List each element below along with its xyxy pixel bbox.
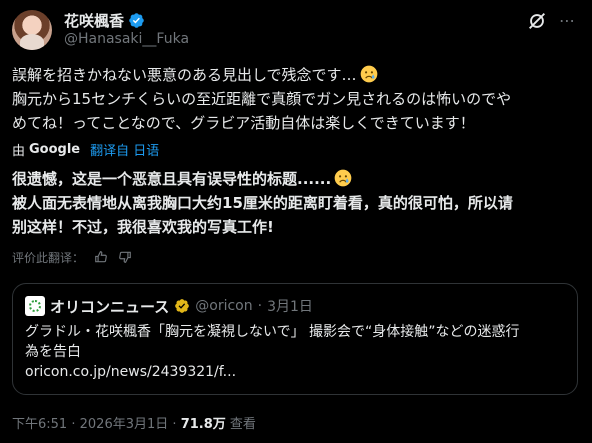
quoted-separator: · (257, 298, 263, 314)
views-label: 查看 (229, 417, 256, 432)
thumbs-up-icon[interactable] (94, 250, 108, 264)
rate-translation-label: 评价此翻译： (12, 250, 85, 265)
translation-by: 由 (12, 143, 26, 159)
google-logo: Google (29, 141, 81, 157)
author-display-name[interactable]: 花咲楓香 (64, 10, 124, 31)
translated-text-line: 被人面无表情地从离我胸口大约15厘米的距离盯着看，真的很可怕，所以请 (12, 194, 513, 212)
quoted-post-text: グラドル・花咲楓香「胸元を凝視しないで」 撮影会で“身体接触”などの迷惑行 為を… (25, 322, 565, 382)
verified-badge-icon (129, 13, 144, 28)
quoted-text-line: 為を告白 (25, 344, 81, 360)
meta-separator: · (172, 417, 177, 432)
translated-text: 很遗憾，这是一个恶意且具有误导性的标题...... 被人面无表情地从离我胸口大约… (12, 167, 582, 239)
translated-text-line: 别这样！不过，我很喜欢我的写真工作! (12, 218, 274, 236)
quoted-author-handle: @oricon (195, 298, 253, 314)
quoted-date: 3月1日 (267, 299, 313, 315)
post-text-line: 誤解を招きかねない悪意のある見出しで残念です… (12, 63, 582, 87)
post-text-line: 胸元から15センチくらいの至近距離で真顔でガン見されるのは怖いのでや (12, 90, 512, 108)
post-time[interactable]: 下午6:51 (12, 417, 67, 432)
rate-translation-row: 评价此翻译： (12, 249, 582, 265)
post-header: 花咲楓香 @Hanasaki__Fuka ⋯ (12, 8, 580, 52)
crying-face-emoji-icon (360, 65, 377, 83)
quoted-text-line: グラドル・花咲楓香「胸元を凝視しないで」 撮影会で“身体接触”などの迷惑行 (25, 324, 520, 340)
quoted-post[interactable]: オリコンニュース @oricon · 3月1日 グラドル・花咲楓香「胸元を凝視し… (12, 283, 578, 395)
translation-attribution: 由 Google 翻译自 日语 (12, 140, 582, 159)
author-name-row[interactable]: 花咲楓香 (64, 10, 145, 31)
thumbs-down-icon[interactable] (118, 250, 132, 264)
grok-icon[interactable] (526, 10, 548, 32)
translated-text-line: 很遗憾，这是一个恶意且具有误导性的标题...... (12, 167, 582, 191)
post-text-line: めてね！ってことなので、グラビア活動自体は楽しくできています！ (12, 114, 475, 132)
more-icon[interactable]: ⋯ (556, 10, 578, 32)
author-handle[interactable]: @Hanasaki__Fuka (64, 31, 189, 47)
translation-source-link[interactable]: 翻译自 日语 (90, 140, 159, 159)
post-date[interactable]: 2026年3月1日 (80, 417, 169, 432)
meta-separator: · (71, 417, 76, 432)
quoted-author-name: オリコンニュース (50, 297, 170, 316)
post-metadata: 下午6:51 · 2026年3月1日 · 71.8万 查看 (12, 413, 256, 432)
quoted-post-header: オリコンニュース @oricon · 3月1日 (25, 296, 313, 316)
crying-face-emoji-icon (334, 169, 352, 187)
view-count: 71.8万 (180, 417, 226, 432)
gold-verified-badge-icon (175, 299, 190, 313)
avatar[interactable] (12, 10, 52, 50)
oricon-logo (25, 296, 45, 316)
post-text: 誤解を招きかねない悪意のある見出しで残念です… 胸元から15センチくらいの至近距… (12, 63, 582, 135)
post-body: 誤解を招きかねない悪意のある見出しで残念です… 胸元から15センチくらいの至近距… (12, 63, 582, 265)
quoted-link[interactable]: oricon.co.jp/news/2439321/f... (25, 362, 565, 382)
